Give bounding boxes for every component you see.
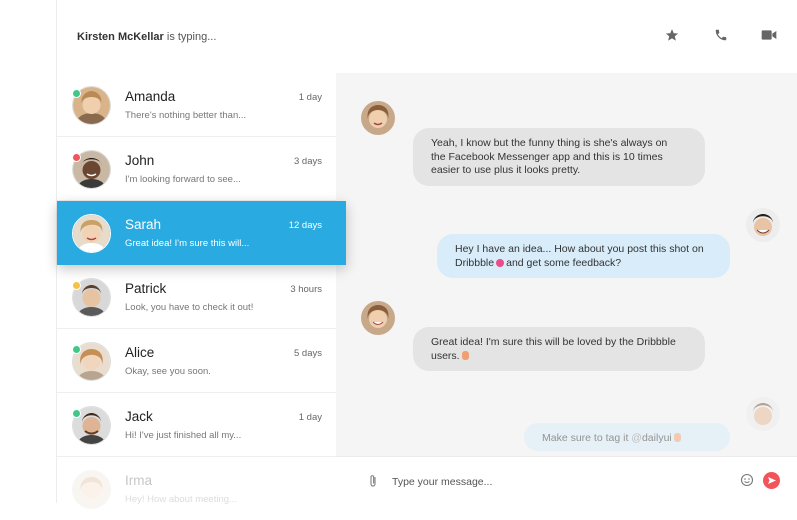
conversation-item-irma[interactable]: Irma Hey! How about meeting... [57,457,336,520]
contact-name: John [125,153,155,168]
timestamp: 1 day [298,92,322,103]
send-button[interactable] [763,472,780,489]
message-composer [336,456,797,504]
chat-header: Kirsten McKellar is typing... [57,0,797,74]
my-avatar [746,208,780,242]
conversation-list: Amanda There's nothing better than... 1 … [57,73,346,520]
message-preview: Great idea! I'm sure this will... [125,238,250,249]
message-preview: Hi! I've just finished all my... [125,430,242,441]
message-bubble-outgoing: Hey I have an idea... How about you post… [437,234,730,278]
send-icon [768,477,776,484]
contact-name: Sarah [125,217,162,232]
avatar [72,214,111,253]
my-avatar [746,397,780,431]
message-thread: Yeah, I know but the funny thing is she'… [336,73,797,456]
message-line-2: Dribbble and get some feedback? [455,257,712,271]
emoji-icon[interactable] [740,473,754,492]
message-bubble-incoming: Great idea! I'm sure this will be loved … [413,327,705,371]
contact-name: Jack [125,409,153,424]
message-bubble-incoming: Yeah, I know but the funny thing is she'… [413,128,705,186]
contact-name: Irma [125,473,152,488]
avatar [72,470,111,509]
message-line: Yeah, I know but the funny thing is she'… [431,137,668,149]
message-line-2: users. [431,350,687,364]
message-text: Dribbble [455,256,495,269]
typing-user-name: Kirsten McKellar [77,31,164,43]
message-preview: I'm looking forward to see... [125,174,241,185]
busy-status-dot [72,153,81,162]
paperclip-icon[interactable] [368,474,378,493]
contact-name: Patrick [125,281,167,296]
message-preview: Look, you have to check it out! [125,302,254,313]
hand-emoji-icon [461,350,469,360]
message-line: Hey I have an idea... How about you post… [455,243,704,255]
timestamp: 3 days [294,156,322,167]
contact-name: Alice [125,345,155,360]
sender-avatar [361,101,395,135]
sender-avatar [361,301,395,335]
message-preview: There's nothing better than... [125,110,247,121]
star-icon[interactable] [665,28,683,46]
online-status-dot [72,409,81,418]
tag-text: dailyui [641,432,672,444]
phone-icon[interactable] [714,28,732,46]
timestamp: 5 days [294,348,322,359]
dribbble-icon [496,258,505,267]
typing-status-text: is typing... [163,31,217,43]
timestamp: 1 day [298,412,322,423]
contact-name: Amanda [125,89,176,104]
online-status-dot [72,89,81,98]
video-icon[interactable] [761,28,779,46]
message-preview: Okay, see you soon. [125,366,211,377]
message-line: easier to use plus it looks pretty. [431,164,581,176]
conversation-item-amanda[interactable]: Amanda There's nothing better than... 1 … [57,73,336,137]
message-bubble-outgoing: Make sure to tag it @dailyui [524,423,730,451]
at-icon: @ [631,432,642,444]
online-status-dot [72,345,81,354]
typing-indicator: Kirsten McKellar is typing... [77,31,216,43]
hand-emoji-icon [673,433,681,442]
conversation-item-jack[interactable]: Jack Hi! I've just finished all my... 1 … [57,393,336,457]
messenger-window: Kirsten McKellar is typing... Amanda The… [56,0,797,520]
timestamp: 12 days [288,220,322,231]
message-text: Make sure to tag it [542,432,629,444]
conversation-item-alice[interactable]: Alice Okay, see you soon. 5 days [57,329,336,393]
timestamp: 3 hours [290,284,322,295]
message-line: Great idea! I'm sure this will be loved … [431,336,676,348]
conversation-item-sarah[interactable]: Sarah Great idea! I'm sure this will... … [57,201,346,265]
message-text: and get some feedback? [506,256,622,269]
conversation-item-john[interactable]: John I'm looking forward to see... 3 day… [57,137,336,201]
message-line: the Facebook Messenger app and this is 1… [431,150,663,163]
away-status-dot [72,281,81,290]
message-input[interactable] [390,471,724,493]
message-preview: Hey! How about meeting... [125,494,237,505]
conversation-item-patrick[interactable]: Patrick Look, you have to check it out! … [57,265,336,329]
message-text: users. [431,349,460,362]
